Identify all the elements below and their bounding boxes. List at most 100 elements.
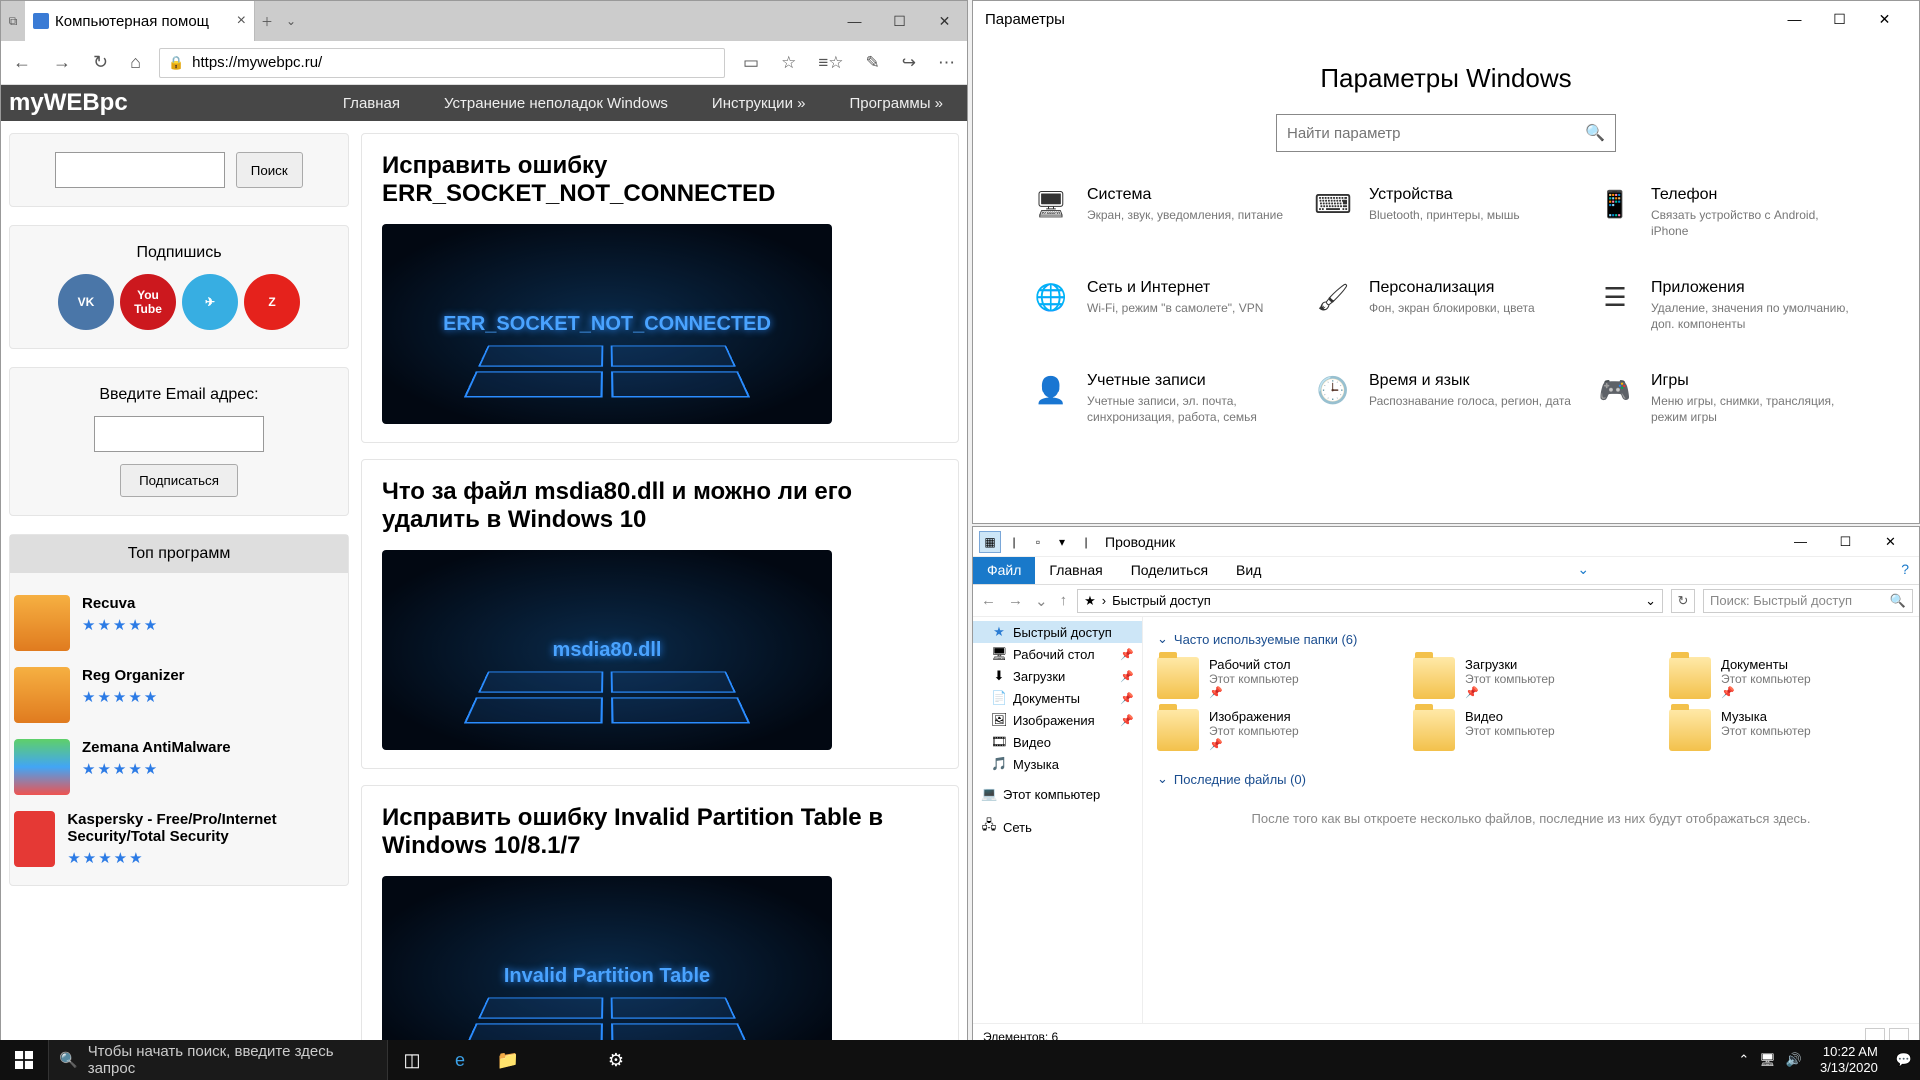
- settings-search-input[interactable]: [1287, 125, 1585, 142]
- close-button[interactable]: ✕: [1868, 534, 1913, 550]
- article-card[interactable]: Что за файл msdia80.dll и можно ли его у…: [361, 459, 959, 769]
- maximize-button[interactable]: ☐: [877, 1, 922, 41]
- minimize-button[interactable]: —: [1778, 534, 1823, 550]
- nav-documents[interactable]: 📄Документы📌: [973, 687, 1142, 709]
- nav-network[interactable]: 🖧Сеть: [973, 813, 1142, 841]
- new-tab-button[interactable]: ＋: [255, 1, 279, 41]
- program-item[interactable]: Reg Organizer★★★★★: [10, 659, 348, 731]
- nav-quick-access[interactable]: ★Быстрый доступ: [973, 621, 1142, 643]
- folder-item[interactable]: ЗагрузкиЭтот компьютер📌: [1413, 657, 1649, 699]
- folder-item[interactable]: Рабочий столЭтот компьютер📌: [1157, 657, 1393, 699]
- breadcrumb[interactable]: ★ › Быстрый доступ ⌄: [1077, 589, 1663, 613]
- folder-item[interactable]: ВидеоЭтот компьютер: [1413, 709, 1649, 751]
- favorite-icon[interactable]: ☆: [777, 49, 800, 77]
- site-search-button[interactable]: Поиск: [236, 152, 303, 188]
- tray-display-icon[interactable]: 🖥: [1759, 1052, 1776, 1068]
- site-brand[interactable]: myWEBpc: [3, 89, 134, 117]
- email-input[interactable]: [94, 416, 264, 452]
- category-personalization[interactable]: 🖌ПерсонализацияФон, экран блокировки, цв…: [1315, 279, 1577, 332]
- task-view-icon[interactable]: ◫: [388, 1040, 436, 1080]
- chevron-down-icon[interactable]: ⌄: [1645, 593, 1656, 609]
- ribbon-share[interactable]: Поделиться: [1117, 557, 1222, 584]
- help-icon[interactable]: ?: [1891, 557, 1919, 584]
- nav-fix[interactable]: Устранение неполадок Windows: [422, 95, 690, 112]
- subscribe-button[interactable]: Подписаться: [120, 464, 238, 497]
- article-card[interactable]: Исправить ошибку ERR_SOCKET_NOT_CONNECTE…: [361, 133, 959, 443]
- minimize-button[interactable]: —: [1772, 11, 1817, 28]
- ribbon-home[interactable]: Главная: [1035, 557, 1116, 584]
- vk-icon[interactable]: VK: [58, 274, 114, 330]
- nav-instructions[interactable]: Инструкции »: [690, 95, 828, 112]
- favorites-bar-icon[interactable]: ≡☆: [814, 49, 847, 77]
- category-phone[interactable]: 📱ТелефонСвязать устройство с Android, iP…: [1597, 186, 1859, 239]
- ribbon-expand-icon[interactable]: ⌄: [1567, 557, 1599, 584]
- nav-home[interactable]: Главная: [321, 95, 422, 112]
- nav-downloads[interactable]: ⬇Загрузки📌: [973, 665, 1142, 687]
- explorer-search[interactable]: Поиск: Быстрый доступ 🔍: [1703, 589, 1913, 613]
- category-gaming[interactable]: 🎮ИгрыМеню игры, снимки, трансляция, режи…: [1597, 372, 1859, 425]
- forward-icon[interactable]: →: [1006, 590, 1025, 611]
- qat-chevron-icon[interactable]: ▾: [1051, 531, 1073, 553]
- folder-item[interactable]: ИзображенияЭтот компьютер📌: [1157, 709, 1393, 751]
- minimize-button[interactable]: —: [832, 1, 877, 41]
- browser-tab[interactable]: Компьютерная помощ ×: [25, 1, 255, 41]
- action-center-icon[interactable]: 💬: [1896, 1052, 1912, 1068]
- address-bar[interactable]: 🔒 https://mywebpc.ru/: [159, 48, 725, 78]
- start-button[interactable]: [0, 1040, 48, 1080]
- category-accounts[interactable]: 👤Учетные записиУчетные записи, эл. почта…: [1033, 372, 1295, 425]
- telegram-icon[interactable]: ✈: [182, 274, 238, 330]
- nav-desktop[interactable]: 🖥Рабочий стол📌: [973, 643, 1142, 665]
- program-item[interactable]: Kaspersky - Free/Pro/Internet Security/T…: [10, 803, 348, 875]
- folder-item[interactable]: МузыкаЭтот компьютер: [1669, 709, 1905, 751]
- tab-actions-icon[interactable]: ⧉: [1, 1, 25, 41]
- close-button[interactable]: ✕: [1862, 11, 1907, 28]
- maximize-button[interactable]: ☐: [1817, 11, 1862, 28]
- category-devices[interactable]: ⌨УстройстваBluetooth, принтеры, мышь: [1315, 186, 1577, 239]
- nav-music[interactable]: 🎵Музыка: [973, 753, 1142, 775]
- history-icon[interactable]: ⌄: [1033, 590, 1050, 612]
- ribbon-view[interactable]: Вид: [1222, 557, 1275, 584]
- youtube-icon[interactable]: YouTube: [120, 274, 176, 330]
- tray-volume-icon[interactable]: 🔊: [1786, 1052, 1802, 1068]
- close-tab-icon[interactable]: ×: [237, 12, 246, 30]
- category-apps[interactable]: ☰ПриложенияУдаление, значения по умолчан…: [1597, 279, 1859, 332]
- taskbar-search[interactable]: 🔍 Чтобы начать поиск, введите здесь запр…: [48, 1040, 388, 1080]
- newfolder-icon[interactable]: ▫: [1027, 531, 1049, 553]
- taskbar-clock[interactable]: 10:22 AM 3/13/2020: [1812, 1044, 1886, 1075]
- category-time[interactable]: 🕒Время и языкРаспознавание голоса, регио…: [1315, 372, 1577, 425]
- taskbar-edge-icon[interactable]: e: [436, 1040, 484, 1080]
- home-icon[interactable]: ⌂: [126, 48, 145, 77]
- nav-thispc[interactable]: 💻Этот компьютер: [973, 783, 1142, 805]
- category-network[interactable]: 🌐Сеть и ИнтернетWi-Fi, режим "в самолете…: [1033, 279, 1295, 332]
- article-card[interactable]: Исправить ошибку Invalid Partition Table…: [361, 785, 959, 1049]
- tray-overflow-icon[interactable]: ⌃: [1738, 1052, 1749, 1068]
- taskbar-settings-icon[interactable]: ⚙: [592, 1040, 640, 1080]
- site-search-input[interactable]: [55, 152, 225, 188]
- back-icon[interactable]: ←: [979, 590, 998, 611]
- zen-icon[interactable]: Z: [244, 274, 300, 330]
- ribbon-file[interactable]: Файл: [973, 557, 1035, 584]
- back-icon[interactable]: ←: [9, 48, 35, 77]
- tab-preview-icon[interactable]: ⌄: [279, 1, 303, 41]
- program-item[interactable]: Zemana AntiMalware★★★★★: [10, 731, 348, 803]
- folder-item[interactable]: ДокументыЭтот компьютер📌: [1669, 657, 1905, 699]
- share-icon[interactable]: ↪: [898, 49, 920, 77]
- refresh-icon[interactable]: ↻: [89, 48, 112, 77]
- group-recent[interactable]: ⌄Последние файлы (0): [1157, 771, 1905, 787]
- maximize-button[interactable]: ☐: [1823, 534, 1868, 550]
- group-frequent[interactable]: ⌄Часто используемые папки (6): [1157, 631, 1905, 647]
- settings-search[interactable]: 🔍: [1276, 114, 1616, 152]
- taskbar-explorer-icon[interactable]: 📁: [484, 1040, 532, 1080]
- more-icon[interactable]: ⋯: [934, 49, 959, 77]
- forward-icon[interactable]: →: [49, 48, 75, 77]
- category-system[interactable]: 🖥СистемаЭкран, звук, уведомления, питани…: [1033, 186, 1295, 239]
- refresh-icon[interactable]: ↻: [1671, 589, 1695, 613]
- reading-view-icon[interactable]: ▭: [739, 49, 763, 77]
- notes-icon[interactable]: ✎: [862, 49, 884, 77]
- program-item[interactable]: Recuva★★★★★: [10, 587, 348, 659]
- nav-video[interactable]: 🎞Видео: [973, 731, 1142, 753]
- close-button[interactable]: ✕: [922, 1, 967, 41]
- up-icon[interactable]: ↑: [1058, 590, 1070, 611]
- nav-pictures[interactable]: 🖼Изображения📌: [973, 709, 1142, 731]
- nav-programs[interactable]: Программы »: [827, 95, 965, 112]
